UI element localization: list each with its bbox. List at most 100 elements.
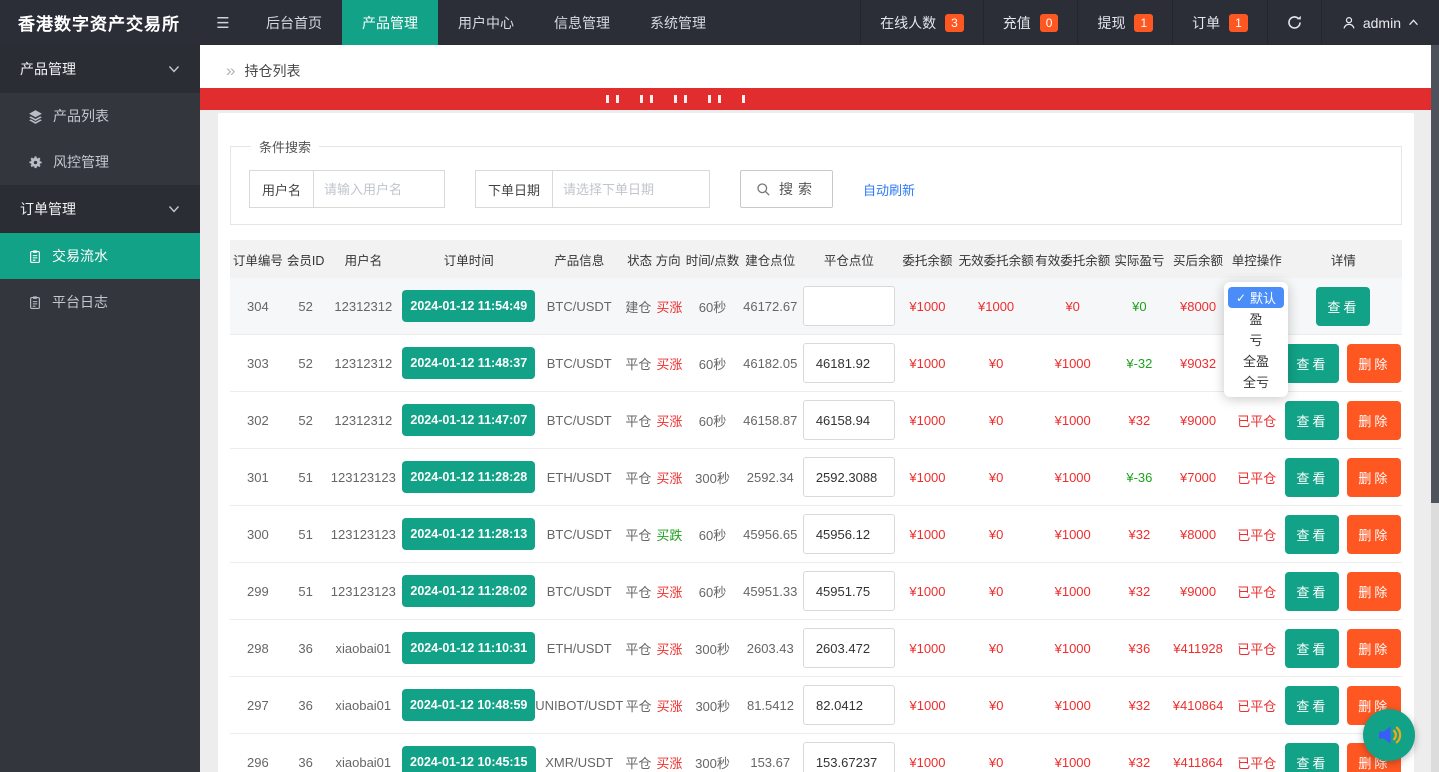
- sidebar-item-platform-log[interactable]: 平台日志: [0, 279, 200, 325]
- col-username: 用户名: [326, 250, 402, 269]
- after-balance: ¥7000: [1180, 470, 1216, 485]
- sidebar-item-product-list[interactable]: 产品列表: [0, 93, 200, 139]
- vertical-scrollbar[interactable]: [1431, 45, 1439, 772]
- period: 60秒: [699, 525, 726, 544]
- view-button[interactable]: 查看: [1285, 458, 1339, 497]
- chevron-down-icon: [168, 205, 180, 213]
- dropdown-option-all-win[interactable]: 全盈: [1224, 350, 1288, 371]
- dropdown-option-lose[interactable]: 亏: [1224, 329, 1288, 350]
- entrust-balance: ¥1000: [909, 356, 945, 371]
- actual-profit: ¥0: [1132, 299, 1146, 314]
- order-time-button[interactable]: 2024-01-12 11:54:49: [402, 290, 535, 322]
- order-date-input[interactable]: [552, 170, 710, 208]
- open-point: 46158.87: [743, 413, 797, 428]
- control-status: 已平仓: [1237, 639, 1276, 658]
- delete-button[interactable]: 删除: [1347, 515, 1401, 554]
- status-label: 平仓: [625, 582, 651, 601]
- member-id: 36: [298, 755, 312, 770]
- brand-title: 香港数字资产交易所: [0, 0, 200, 45]
- order-time-button[interactable]: 2024-01-12 10:48:59: [402, 689, 535, 721]
- scrollbar-thumb[interactable]: [1431, 45, 1439, 503]
- delete-button[interactable]: 删除: [1347, 572, 1401, 611]
- valid-entrust-balance: ¥1000: [1055, 413, 1091, 428]
- member-id: 52: [298, 299, 312, 314]
- period: 300秒: [695, 696, 730, 715]
- view-button[interactable]: 查看: [1285, 686, 1339, 725]
- close-point-input[interactable]: [803, 571, 895, 611]
- sidebar-item-label: 平台日志: [52, 292, 108, 312]
- after-balance: ¥410864: [1173, 698, 1224, 713]
- delete-button[interactable]: 删除: [1347, 401, 1401, 440]
- close-point-input[interactable]: [803, 457, 895, 497]
- order-time-button[interactable]: 2024-01-12 11:10:31: [402, 632, 535, 664]
- view-button[interactable]: 查看: [1316, 287, 1370, 326]
- user-menu[interactable]: admin: [1321, 0, 1439, 45]
- delete-button[interactable]: 删除: [1347, 629, 1401, 668]
- stat-deposit[interactable]: 充值 0: [983, 0, 1078, 45]
- col-status-direction: 状态 方向: [622, 250, 686, 269]
- nav-item-home[interactable]: 后台首页: [246, 0, 342, 45]
- nav-item-info[interactable]: 信息管理: [534, 0, 630, 45]
- stat-withdraw-badge: 1: [1134, 14, 1153, 32]
- view-button[interactable]: 查看: [1285, 572, 1339, 611]
- stat-orders-badge: 1: [1229, 14, 1248, 32]
- close-point-input[interactable]: [803, 628, 895, 668]
- stat-online-label: 在线人数: [880, 13, 936, 33]
- order-time-button[interactable]: 2024-01-12 11:28:28: [402, 461, 535, 493]
- sidebar-item-trade-flow[interactable]: 交易流水: [0, 233, 200, 279]
- stat-online[interactable]: 在线人数 3: [860, 0, 983, 45]
- dropdown-option-all-lose[interactable]: 全亏: [1224, 371, 1288, 392]
- hamburger-icon[interactable]: ☰: [200, 0, 246, 45]
- order-time-button[interactable]: 2024-01-12 11:28:02: [402, 575, 535, 607]
- close-point-input[interactable]: [803, 343, 895, 383]
- nav-item-products[interactable]: 产品管理: [342, 0, 438, 45]
- view-button[interactable]: 查看: [1285, 515, 1339, 554]
- open-point: 153.67: [750, 755, 790, 770]
- invalid-entrust-balance: ¥0: [989, 413, 1003, 428]
- close-point-input[interactable]: [803, 286, 895, 326]
- gear-icon: [28, 155, 43, 170]
- order-time-button[interactable]: 2024-01-12 11:28:13: [402, 518, 535, 550]
- view-button[interactable]: 查看: [1285, 401, 1339, 440]
- delete-button[interactable]: 删除: [1347, 458, 1401, 497]
- stat-withdraw[interactable]: 提现 1: [1077, 0, 1172, 45]
- order-date-group: 下单日期: [475, 170, 710, 208]
- username-input[interactable]: [313, 170, 445, 208]
- invalid-entrust-balance: ¥0: [989, 584, 1003, 599]
- control-status: 已平仓: [1237, 582, 1276, 601]
- sidebar-group-products[interactable]: 产品管理: [0, 45, 200, 93]
- close-point-input[interactable]: [803, 742, 895, 772]
- audio-announcement-button[interactable]: [1363, 709, 1415, 761]
- invalid-entrust-balance: ¥1000: [978, 299, 1014, 314]
- dropdown-option-win[interactable]: 盈: [1224, 308, 1288, 329]
- product-name: UNIBOT/USDT: [535, 698, 623, 713]
- close-point-input[interactable]: [803, 514, 895, 554]
- sidebar-group-orders[interactable]: 订单管理: [0, 185, 200, 233]
- invalid-entrust-balance: ¥0: [989, 470, 1003, 485]
- close-point-input[interactable]: [803, 685, 895, 725]
- view-button[interactable]: 查看: [1285, 629, 1339, 668]
- stat-orders[interactable]: 订单 1: [1172, 0, 1267, 45]
- order-time-button[interactable]: 2024-01-12 10:45:15: [402, 746, 535, 772]
- product-name: BTC/USDT: [547, 584, 612, 599]
- product-name: BTC/USDT: [547, 413, 612, 428]
- order-time-button[interactable]: 2024-01-12 11:48:37: [402, 347, 535, 379]
- auto-refresh-link[interactable]: 自动刷新: [863, 180, 915, 199]
- dropdown-option-default[interactable]: ✓ 默认: [1228, 287, 1284, 308]
- open-point: 2603.43: [747, 641, 794, 656]
- search-button[interactable]: 搜索: [740, 170, 833, 208]
- open-point: 45956.65: [743, 527, 797, 542]
- view-button[interactable]: 查看: [1285, 743, 1339, 772]
- direction-label: 买跌: [656, 525, 682, 544]
- delete-button[interactable]: 删除: [1347, 344, 1401, 383]
- view-button[interactable]: 查看: [1285, 344, 1339, 383]
- order-time-button[interactable]: 2024-01-12 11:47:07: [402, 404, 535, 436]
- person-icon: [1342, 16, 1356, 30]
- sidebar-item-risk-control[interactable]: 风控管理: [0, 139, 200, 185]
- refresh-icon[interactable]: [1267, 0, 1321, 45]
- nav-item-system[interactable]: 系统管理: [630, 0, 726, 45]
- control-status: 已平仓: [1237, 696, 1276, 715]
- nav-item-users[interactable]: 用户中心: [438, 0, 534, 45]
- stat-orders-label: 订单: [1192, 13, 1220, 33]
- close-point-input[interactable]: [803, 400, 895, 440]
